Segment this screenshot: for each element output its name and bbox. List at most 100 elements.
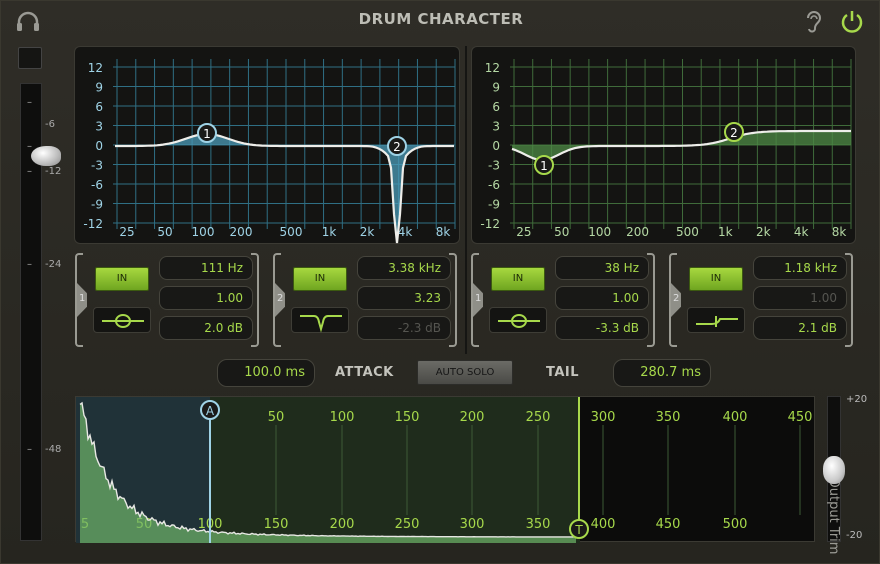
x-tick-label: 200 xyxy=(626,225,649,239)
x-tick-label: 200 xyxy=(230,225,253,239)
bell-shape-icon xyxy=(498,314,540,328)
plugin-window: DRUM CHARACTER – -6 – -12 – – -24 – -48 … xyxy=(0,0,880,564)
y-tick-label: 3 xyxy=(492,120,500,134)
auto-solo-button[interactable]: AUTO SOLO xyxy=(417,360,513,385)
x-tick-label: 4k xyxy=(794,225,809,239)
output-trim-max: +20 xyxy=(846,394,868,405)
input-clip-indicator[interactable] xyxy=(18,47,42,69)
band-2-left: 2 IN 3.38 kHz 3.23 -2.3 dB xyxy=(273,253,457,347)
x-tick-label: 4k xyxy=(398,225,413,239)
band-in-button[interactable]: IN xyxy=(491,267,545,291)
ear-icon[interactable] xyxy=(803,9,823,35)
eq-node-label[interactable]: 2 xyxy=(730,126,738,140)
x-tick-label: 8k xyxy=(436,225,451,239)
y-tick-label: 9 xyxy=(95,81,103,95)
x-tick-label: 25 xyxy=(119,225,134,239)
y-tick-label: 6 xyxy=(492,100,500,114)
y-tick-label: 0 xyxy=(95,139,103,153)
band-1-right: 1 IN 38 Hz 1.00 -3.3 dB xyxy=(471,253,655,347)
eq-graph-left[interactable]: 12 9 6 3 0 -3 -6 -9 -12 25 50 100 200 500 1k 2k 4k 8k 1 2 xyxy=(74,46,460,244)
bottom-tick-label: 350 xyxy=(526,517,551,532)
gain-field[interactable]: -2.3 dB xyxy=(357,316,451,340)
band-number: 1 xyxy=(475,293,482,304)
eq-node-label[interactable]: 2 xyxy=(393,140,401,154)
y-tick-label: 9 xyxy=(492,81,500,95)
x-tick-label: 1k xyxy=(718,225,733,239)
bell-shape-button[interactable] xyxy=(489,307,547,333)
band-number: 1 xyxy=(79,293,86,304)
top-tick-label: 400 xyxy=(723,410,748,425)
shelf-shape-button[interactable] xyxy=(687,307,745,333)
eq-graph-right[interactable]: 12 9 6 3 0 -3 -6 -9 -12 25 50 100 200 500 1k 2k 4k 8k 1 2 xyxy=(471,46,856,244)
q-field[interactable]: 1.00 xyxy=(753,286,847,310)
input-gain-slider[interactable] xyxy=(31,146,61,166)
transient-display[interactable]: 5010015020025030035040045055010015020025… xyxy=(75,396,815,543)
attack-marker-label: A xyxy=(206,404,215,418)
band-2-right: 2 IN 1.18 kHz 1.00 2.1 dB xyxy=(669,253,853,347)
bottom-tick-label: 450 xyxy=(656,517,681,532)
x-tick-label: 1k xyxy=(322,225,337,239)
x-tick-label: 500 xyxy=(676,225,699,239)
frequency-field[interactable]: 1.18 kHz xyxy=(753,256,847,280)
x-tick-label: 8k xyxy=(832,225,847,239)
top-tick-label: 150 xyxy=(395,410,420,425)
q-field[interactable]: 1.00 xyxy=(555,286,649,310)
gain-field[interactable]: 2.0 dB xyxy=(159,316,253,340)
eq-node-label[interactable]: 1 xyxy=(540,159,548,173)
y-tick-label: -12 xyxy=(83,217,103,231)
frequency-field[interactable]: 3.38 kHz xyxy=(357,256,451,280)
x-tick-label: 25 xyxy=(516,225,531,239)
x-tick-label: 50 xyxy=(554,225,569,239)
top-tick-label: 200 xyxy=(460,410,485,425)
top-tick-label: 350 xyxy=(656,410,681,425)
attack-label: ATTACK xyxy=(335,365,394,380)
top-tick-label: 250 xyxy=(526,410,551,425)
band-in-button[interactable]: IN xyxy=(689,267,743,291)
eq-node-label[interactable]: 1 xyxy=(203,127,211,141)
y-tick-label: -12 xyxy=(480,217,500,231)
tail-marker-label: T xyxy=(574,523,583,537)
plugin-title: DRUM CHARACTER xyxy=(358,10,524,28)
bell-shape-icon xyxy=(102,314,144,328)
y-tick-label: -3 xyxy=(91,159,103,173)
x-tick-label: 100 xyxy=(192,225,215,239)
bottom-tick-label: 300 xyxy=(460,517,485,532)
top-tick-label: 100 xyxy=(330,410,355,425)
y-tick-label: 6 xyxy=(95,100,103,114)
attack-field[interactable]: 100.0 ms xyxy=(217,359,315,387)
bottom-tick-label: 400 xyxy=(591,517,616,532)
bell-shape-button[interactable] xyxy=(93,307,151,333)
notch-shape-button[interactable] xyxy=(291,307,349,333)
y-tick-label: 12 xyxy=(485,61,500,75)
x-tick-label: 100 xyxy=(588,225,611,239)
top-tick-label: 50 xyxy=(268,410,285,425)
frequency-field[interactable]: 111 Hz xyxy=(159,256,253,280)
output-trim-slider[interactable] xyxy=(823,456,845,484)
panel-divider xyxy=(465,46,467,354)
scale-label: -24 xyxy=(45,259,62,270)
bottom-tick-label: 500 xyxy=(723,517,748,532)
gain-field[interactable]: -3.3 dB xyxy=(555,316,649,340)
frequency-field[interactable]: 38 Hz xyxy=(555,256,649,280)
output-trim-label: Output Trim xyxy=(826,477,841,555)
power-icon[interactable] xyxy=(839,9,865,35)
bottom-tick-label: 150 xyxy=(264,517,289,532)
x-tick-label: 2k xyxy=(360,225,375,239)
y-tick-label: 0 xyxy=(492,139,500,153)
gain-field[interactable]: 2.1 dB xyxy=(753,316,847,340)
scale-label: -6 xyxy=(45,119,55,130)
bottom-tick-label: 250 xyxy=(395,517,420,532)
q-field[interactable]: 3.23 xyxy=(357,286,451,310)
notch-shape-icon xyxy=(300,315,342,333)
band-in-button[interactable]: IN xyxy=(95,267,149,291)
band-number: 2 xyxy=(277,293,284,304)
scale-label: -12 xyxy=(45,166,62,177)
top-tick-label: 300 xyxy=(591,410,616,425)
q-field[interactable]: 1.00 xyxy=(159,286,253,310)
y-tick-label: -3 xyxy=(488,159,500,173)
y-tick-label: -9 xyxy=(488,198,500,212)
x-tick-label: 500 xyxy=(280,225,303,239)
x-tick-label: 2k xyxy=(756,225,771,239)
band-in-button[interactable]: IN xyxy=(293,267,347,291)
tail-field[interactable]: 280.7 ms xyxy=(613,359,711,387)
